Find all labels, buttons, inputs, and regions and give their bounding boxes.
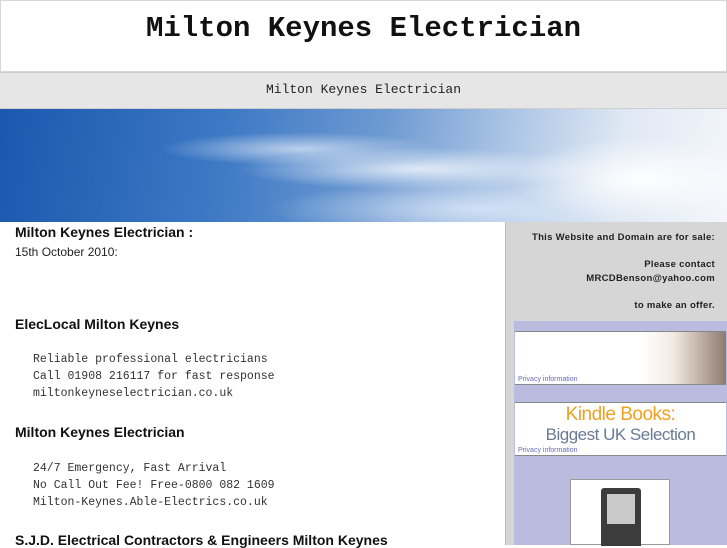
site-subtitle: Milton Keynes Electrician [265,82,462,97]
kindle-screen [607,494,635,524]
kindle-ad-title: Kindle Books: [565,404,676,425]
ad-banner-1[interactable]: Privacy information [515,331,726,385]
sale-notice: This Website and Domain are for sale: [531,232,715,243]
post-date: 15th October 2010: [15,245,118,259]
ad-panel: Privacy information Kindle Books: Bigges… [514,321,727,546]
ad-banner-kindle[interactable]: Kindle Books: Biggest UK Selection Priva… [515,402,726,456]
ad-line: Call 01908 216117 for fast response [33,370,275,383]
ad-link[interactable]: Milton-Keynes.Able-Electrics.co.uk [33,494,275,511]
offer-line: to make an offer. [634,300,715,311]
site-header: Milton Keynes Electrician [0,0,727,72]
sidebar: This Website and Domain are for sale: Pl… [505,222,727,546]
ad-eleclocal[interactable]: Reliable professional electricians Call … [33,351,275,402]
ad-able-electrics[interactable]: 24/7 Emergency, Fast Arrival No Call Out… [33,460,275,511]
main-content: Milton Keynes Electrician : 15th October… [0,222,505,548]
ad-line: No Call Out Fee! Free-0800 082 1609 [33,479,275,492]
section-heading-mk-electrician[interactable]: Milton Keynes Electrician [15,424,185,440]
ad-link[interactable]: miltonkeyneselectrician.co.uk [33,385,275,402]
site-title: Milton Keynes Electrician [145,12,582,45]
subtitle-bar: Milton Keynes Electrician [0,72,727,109]
ad-line: Reliable professional electricians [33,353,268,366]
privacy-link[interactable]: Privacy information [518,447,578,454]
section-heading-sjd[interactable]: S.J.D. Electrical Contractors & Engineer… [15,532,388,548]
kindle-device-ad-image[interactable] [570,479,670,546]
sky-banner-image [0,109,727,222]
privacy-link[interactable]: Privacy information [518,376,578,383]
kindle-ad-subtitle: Biggest UK Selection [545,425,696,444]
ad-line: 24/7 Emergency, Fast Arrival [33,462,227,475]
section-heading-eleclocal[interactable]: ElecLocal Milton Keynes [15,316,179,332]
kindle-device-icon [601,488,641,546]
intro-heading: Milton Keynes Electrician : [15,224,194,240]
contact-line: Please contact [644,259,715,270]
contact-email[interactable]: MRCDBenson@yahoo.com [586,273,715,284]
